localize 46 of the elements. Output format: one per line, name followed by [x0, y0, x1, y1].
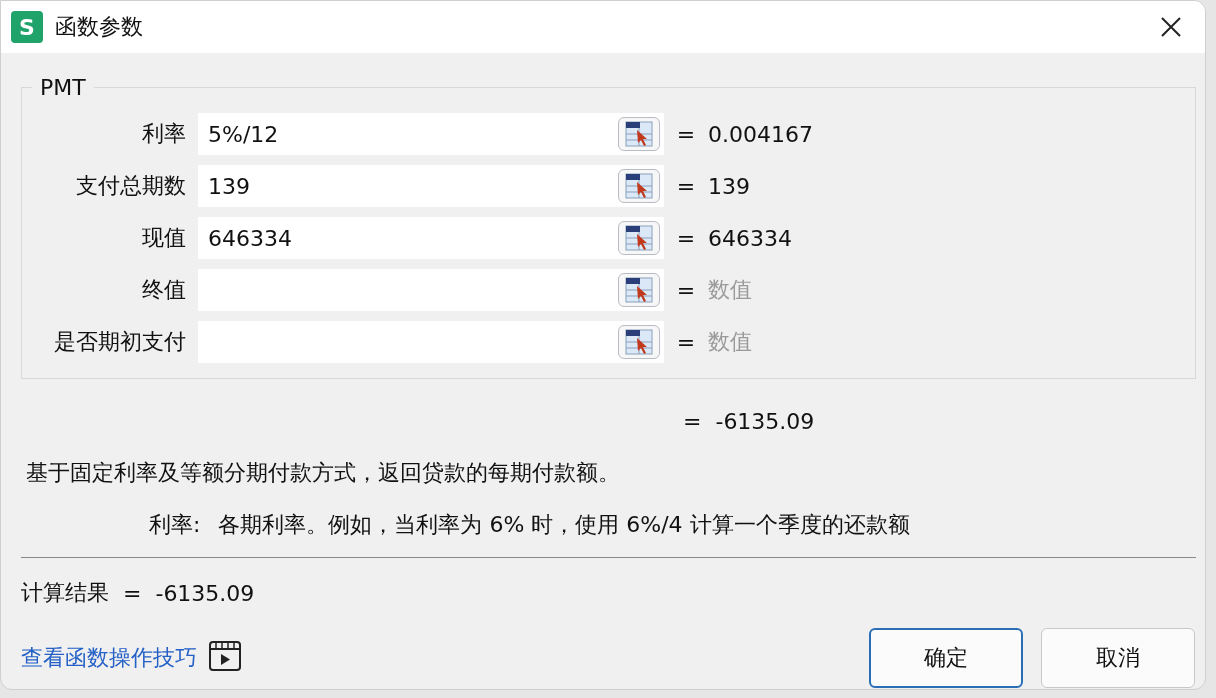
formula-result: -6135.09 [715, 408, 815, 434]
cell-reference-icon [625, 225, 653, 251]
argument-label: 是否期初支付 [54, 328, 186, 356]
cell-reference-icon [625, 329, 653, 355]
calculation-label: 计算结果 [21, 579, 109, 607]
argument-label: 利率 [142, 120, 186, 148]
cancel-button[interactable]: 取消 [1041, 628, 1195, 688]
ok-button[interactable]: 确定 [869, 628, 1023, 688]
argument-label: 终值 [142, 276, 186, 304]
cell-reference-icon [625, 173, 653, 199]
equals-sign: = [683, 408, 702, 434]
equals-sign: = [676, 329, 696, 355]
cell-reference-button[interactable] [618, 117, 660, 151]
cell-reference-icon [625, 277, 653, 303]
argument-input-field[interactable]: 5%/12 [198, 113, 664, 155]
equals-sign: = [676, 173, 696, 199]
calculation-result: -6135.09 [155, 580, 255, 606]
equals-sign: = [676, 277, 696, 303]
result-hint: 数值 [708, 276, 753, 304]
argument-input-field[interactable] [198, 269, 664, 311]
cell-reference-icon [625, 121, 653, 147]
argument-label: 现值 [142, 224, 186, 252]
function-description: 基于固定利率及等额分期付款方式，返回贷款的每期付款额。 [26, 459, 620, 487]
video-play-icon[interactable] [209, 640, 241, 671]
cell-reference-button[interactable] [618, 273, 660, 307]
equals-sign: = [123, 580, 142, 606]
argument-result: 646334 [708, 225, 793, 251]
tips-link[interactable]: 查看函数操作技巧 [21, 643, 197, 673]
argument-help-text: 各期利率。例如，当利率为 6% 时，使用 6%/4 计算一个季度的还款额 [218, 511, 910, 539]
argument-result: 139 [708, 173, 751, 199]
close-icon [1160, 16, 1182, 38]
result-hint: 数值 [708, 328, 753, 356]
equals-sign: = [676, 121, 696, 147]
argument-label: 支付总期数 [76, 172, 186, 200]
argument-input-field[interactable] [198, 321, 664, 363]
equals-sign: = [676, 225, 696, 251]
argument-input-field[interactable]: 139 [198, 165, 664, 207]
function-name: PMT [39, 75, 87, 100]
window-title: 函数参数 [55, 13, 144, 41]
argument-input-field[interactable]: 646334 [198, 217, 664, 259]
cell-reference-button[interactable] [618, 169, 660, 203]
cell-reference-button[interactable] [618, 325, 660, 359]
app-logo: S [11, 11, 43, 43]
argument-help-name: 利率: [149, 511, 201, 539]
cell-reference-button[interactable] [618, 221, 660, 255]
argument-result: 0.004167 [708, 121, 814, 147]
